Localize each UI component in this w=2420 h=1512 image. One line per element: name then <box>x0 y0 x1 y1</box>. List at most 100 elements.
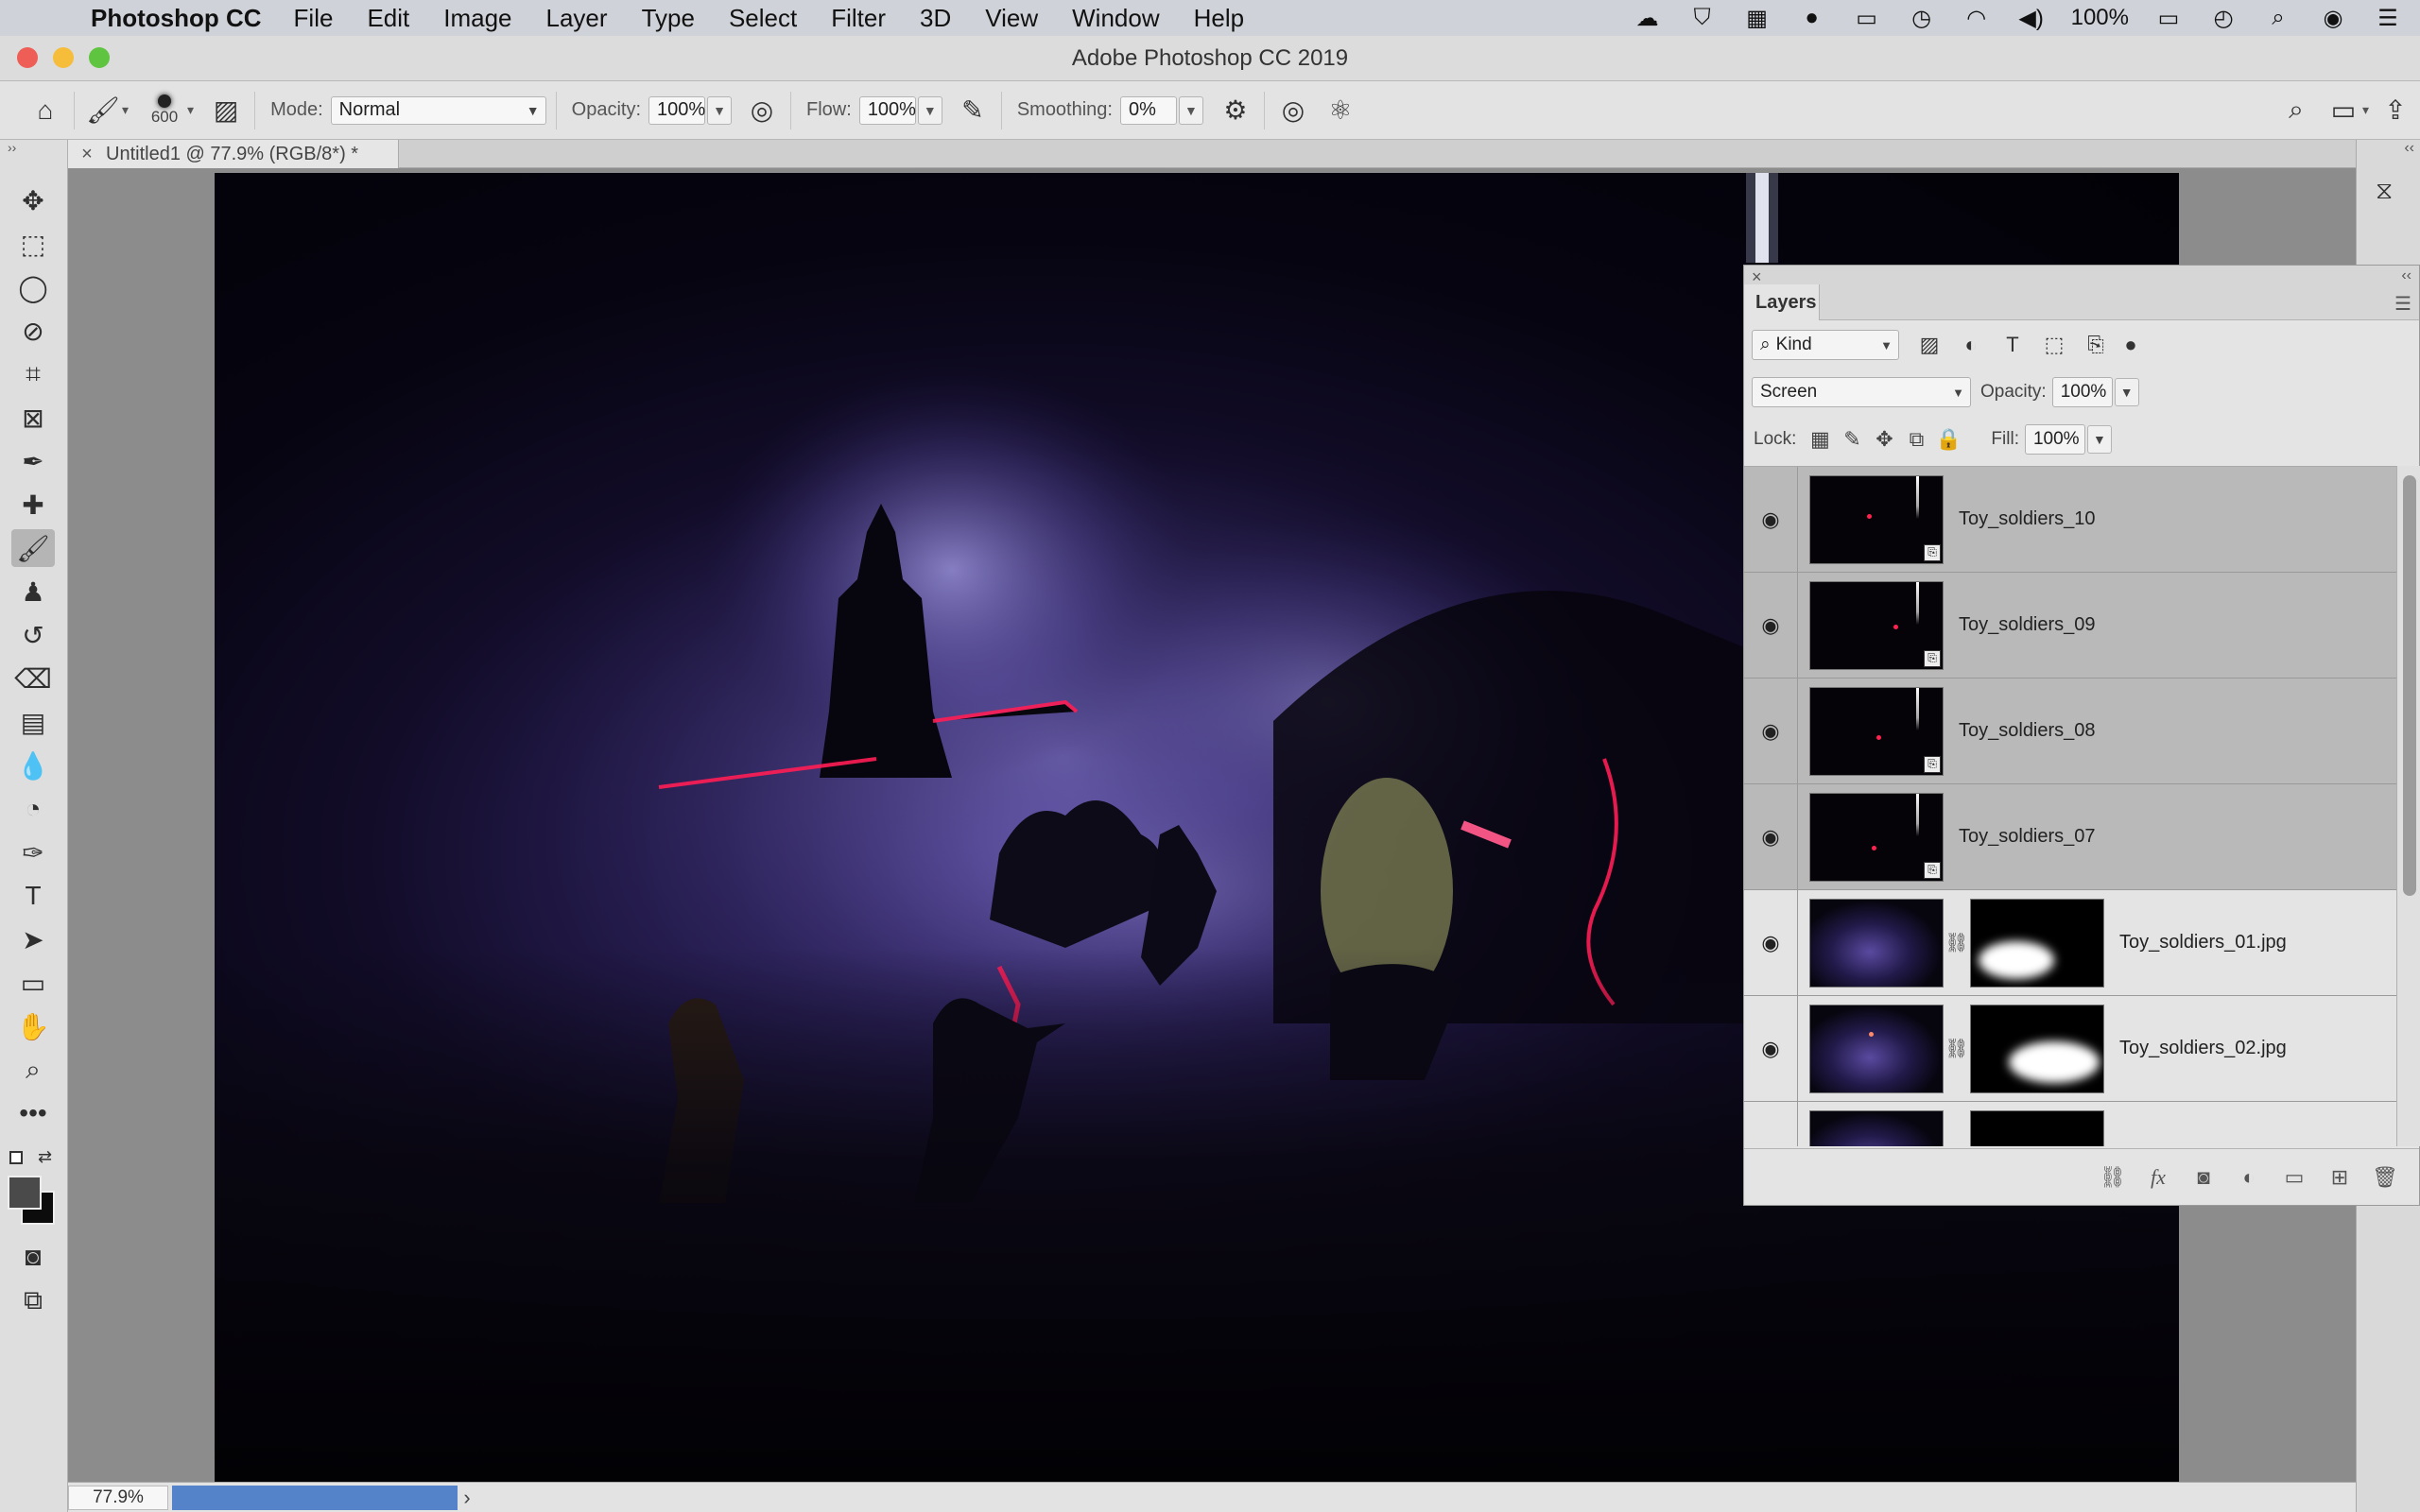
edit-toolbar-icon[interactable]: ••• <box>11 1094 55 1132</box>
chevron-down-icon[interactable]: ▾ <box>122 102 129 118</box>
flow-slider-toggle[interactable]: ▼ <box>917 95 942 125</box>
lock-all-icon[interactable]: 🔒 <box>1932 424 1964 455</box>
menu-edit[interactable]: Edit <box>367 4 409 33</box>
dodge-tool-icon[interactable]: ◔ <box>11 790 55 828</box>
pressure-opacity-icon[interactable]: ◎ <box>743 92 781 129</box>
lasso-tool-icon[interactable]: ◯ <box>11 268 55 306</box>
gradient-tool-icon[interactable]: ▤ <box>11 703 55 741</box>
default-colors-icon[interactable] <box>9 1151 23 1164</box>
pen-tool-icon[interactable]: ✑ <box>11 833 55 871</box>
app-status-icon[interactable]: ● <box>1797 5 1827 30</box>
visibility-eye-icon[interactable]: ◉ <box>1744 1037 1797 1061</box>
eraser-tool-icon[interactable]: ⌫ <box>11 660 55 697</box>
lock-position-icon[interactable]: ✥ <box>1868 424 1900 455</box>
creative-cloud-icon[interactable]: ☁ <box>1633 6 1663 31</box>
airplay-icon[interactable]: ▭ <box>1852 6 1882 31</box>
mode-select[interactable]: Normal ▼ <box>330 95 546 125</box>
screen-mode-icon[interactable]: ⧉ <box>11 1281 55 1319</box>
rectangle-tool-icon[interactable]: ▭ <box>11 964 55 1002</box>
menu-type[interactable]: Type <box>642 4 695 33</box>
layer-mask-thumbnail[interactable] <box>1970 1109 2104 1146</box>
eyedropper-tool-icon[interactable]: ✒ <box>11 442 55 480</box>
shape-layer-filter-icon[interactable]: ⬚ <box>2037 330 2071 360</box>
collapse-panel-icon[interactable]: ‹‹ <box>2401 267 2411 284</box>
visibility-eye-icon[interactable]: ◉ <box>1744 507 1797 532</box>
lock-image-icon[interactable]: ✎ <box>1836 424 1868 455</box>
menu-layer[interactable]: Layer <box>546 4 608 33</box>
share-icon[interactable]: ⇪ <box>2377 92 2414 129</box>
menu-file[interactable]: File <box>294 4 334 33</box>
fill-slider-toggle[interactable]: ▼ <box>2086 425 2112 454</box>
opacity-input[interactable]: 100% <box>648 95 705 125</box>
visibility-eye-icon[interactable]: ◉ <box>1744 613 1797 638</box>
workspace-icon[interactable]: ▭ <box>2325 92 2362 129</box>
layer-row[interactable]: ◉ ⛓ Toy_soldiers_01.jpg <box>1744 889 2396 996</box>
type-tool-icon[interactable]: T <box>11 877 55 915</box>
layer-list-scrollbar[interactable] <box>2396 466 2420 1146</box>
document-tab[interactable]: × Untitled1 @ 77.9% (RGB/8*) * <box>68 140 399 168</box>
type-layer-filter-icon[interactable]: T <box>1996 330 2030 360</box>
layer-opacity-slider-toggle[interactable]: ▼ <box>2114 378 2139 406</box>
menu-select[interactable]: Select <box>729 4 797 33</box>
blend-mode-select[interactable]: Screen ▼ <box>1752 377 1971 407</box>
clone-stamp-tool-icon[interactable]: ♟ <box>11 573 55 610</box>
app-menu[interactable]: Photoshop CC <box>91 4 262 33</box>
path-selection-tool-icon[interactable]: ➤ <box>11 920 55 958</box>
visibility-eye-icon[interactable]: ◉ <box>1744 931 1797 955</box>
pixel-layer-filter-icon[interactable]: ▨ <box>1912 330 1946 360</box>
brush-tool-icon[interactable]: 🖌 <box>11 529 55 567</box>
quick-mask-icon[interactable]: ◙ <box>11 1238 55 1276</box>
panel-menu-icon[interactable]: ☰ <box>2394 292 2411 316</box>
link-chain-icon[interactable]: ⛓ <box>1944 1037 1970 1060</box>
lock-transparent-icon[interactable]: ▦ <box>1804 424 1836 455</box>
scrollbar-thumb[interactable] <box>2403 475 2416 896</box>
new-group-folder-icon[interactable]: ▭ <box>2279 1162 2309 1193</box>
brush-settings-panel-icon[interactable]: ▨ <box>207 92 245 129</box>
shield-icon[interactable]: ⛉ <box>1687 5 1718 30</box>
layer-row[interactable]: ◉ ⎘ Toy_soldiers_07 <box>1744 783 2396 890</box>
visibility-eye-icon[interactable]: ◉ <box>1744 825 1797 850</box>
layers-tab[interactable]: Layers <box>1744 284 1820 320</box>
dropbox-icon[interactable]: ▦ <box>1742 6 1772 31</box>
adjustment-layer-filter-icon[interactable]: ◐ <box>1954 330 1988 360</box>
foreground-color-swatch[interactable] <box>8 1176 42 1210</box>
layer-row[interactable]: ◉ ⛓ Toy_soldiers_02.jpg <box>1744 995 2396 1102</box>
menu-view[interactable]: View <box>985 4 1038 33</box>
notification-center-icon[interactable]: ☰ <box>2373 6 2403 31</box>
quick-select-tool-icon[interactable]: ⊘ <box>11 312 55 350</box>
flow-input[interactable]: 100% <box>858 95 916 125</box>
smart-object-filter-icon[interactable]: ⎘ <box>2079 330 2113 360</box>
chevron-down-icon[interactable]: ▾ <box>187 102 194 118</box>
brush-preset-icon[interactable]: 🖌 <box>84 92 122 129</box>
symmetry-butterfly-icon[interactable]: ⚛ <box>1322 92 1359 129</box>
layer-style-fx-icon[interactable]: fx <box>2143 1162 2173 1193</box>
frame-tool-icon[interactable]: ⊠ <box>11 399 55 437</box>
filter-toggle-icon[interactable]: ● <box>2120 330 2141 360</box>
crop-tool-icon[interactable]: ⌗ <box>11 355 55 393</box>
layer-row[interactable] <box>1744 1101 2396 1146</box>
fill-input[interactable]: 100% <box>2024 424 2085 455</box>
history-panel-icon[interactable]: ⧖ <box>2376 176 2406 206</box>
siri-icon[interactable]: ◉ <box>2318 6 2348 31</box>
spotlight-search-icon[interactable]: ⌕ <box>2263 5 2293 30</box>
search-icon[interactable]: ⌕ <box>2277 92 2315 129</box>
new-layer-icon[interactable]: ⊞ <box>2325 1162 2355 1193</box>
battery-icon[interactable]: ▭ <box>2153 6 2184 31</box>
layer-mask-thumbnail[interactable] <box>1970 1004 2104 1093</box>
time-machine-icon[interactable]: ◷ <box>1907 6 1937 31</box>
opacity-slider-toggle[interactable]: ▼ <box>707 95 733 125</box>
hand-tool-icon[interactable]: ✋ <box>11 1007 55 1045</box>
menu-image[interactable]: Image <box>443 4 511 33</box>
menu-window[interactable]: Window <box>1072 4 1159 33</box>
chevron-right-icon[interactable]: › <box>458 1486 476 1510</box>
lock-artboard-icon[interactable]: ⧉ <box>1900 424 1932 455</box>
smoothing-input[interactable]: 0% <box>1119 95 1177 125</box>
layer-opacity-input[interactable]: 100% <box>2051 377 2113 407</box>
history-brush-tool-icon[interactable]: ↺ <box>11 616 55 654</box>
zoom-level-field[interactable]: 77.9% <box>68 1485 168 1510</box>
close-icon[interactable]: × <box>68 144 106 165</box>
trash-icon[interactable]: 🗑 <box>2370 1162 2400 1193</box>
menu-3d[interactable]: 3D <box>920 4 951 33</box>
healing-brush-tool-icon[interactable]: ✚ <box>11 486 55 524</box>
gear-icon[interactable]: ⚙ <box>1217 92 1254 129</box>
